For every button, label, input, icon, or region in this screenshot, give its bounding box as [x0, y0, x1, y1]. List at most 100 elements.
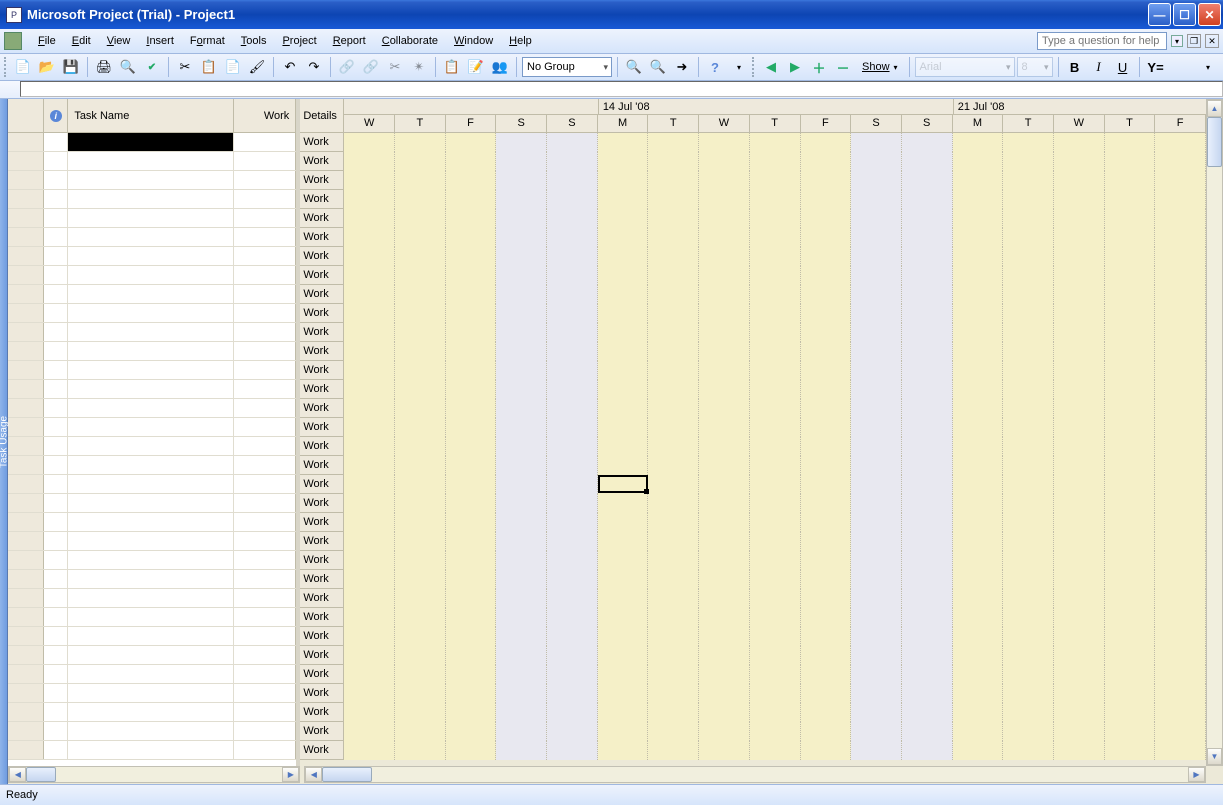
- timephased-cell[interactable]: [851, 551, 902, 570]
- timephased-cell[interactable]: [750, 418, 801, 437]
- timephased-cell[interactable]: [598, 627, 649, 646]
- timephased-cell[interactable]: [1003, 589, 1054, 608]
- timephased-cell[interactable]: [395, 399, 446, 418]
- table-row[interactable]: [8, 741, 296, 760]
- timephased-cell[interactable]: [344, 741, 395, 760]
- work-cell[interactable]: [234, 532, 296, 550]
- timephased-cell[interactable]: [496, 665, 547, 684]
- indicators-cell[interactable]: [44, 703, 68, 721]
- timephased-cell[interactable]: [1155, 722, 1206, 741]
- timephased-cell[interactable]: [1155, 380, 1206, 399]
- timephased-cell[interactable]: [851, 589, 902, 608]
- timephased-cell[interactable]: [496, 228, 547, 247]
- timephased-cell[interactable]: [902, 627, 953, 646]
- timephased-cell[interactable]: [1054, 342, 1105, 361]
- timephased-cell[interactable]: [395, 532, 446, 551]
- timephased-cell[interactable]: [750, 494, 801, 513]
- timephased-cell[interactable]: [953, 133, 1004, 152]
- timephased-cell[interactable]: [496, 133, 547, 152]
- indicators-cell[interactable]: [44, 380, 68, 398]
- timephased-cell[interactable]: [750, 266, 801, 285]
- work-cell[interactable]: [234, 152, 296, 170]
- timephased-cell[interactable]: [648, 703, 699, 722]
- timephased-cell[interactable]: [1054, 741, 1105, 760]
- timephased-cell[interactable]: [902, 323, 953, 342]
- timephased-cell[interactable]: [902, 380, 953, 399]
- timephased-cell[interactable]: [547, 703, 598, 722]
- timephased-cell[interactable]: [699, 475, 750, 494]
- timephased-cell[interactable]: [648, 532, 699, 551]
- timephased-cell[interactable]: [446, 209, 497, 228]
- timephased-cell[interactable]: [801, 665, 852, 684]
- timephased-cell[interactable]: [344, 608, 395, 627]
- timephased-cell[interactable]: [648, 171, 699, 190]
- table-row[interactable]: [8, 456, 296, 475]
- details-cell[interactable]: Work: [300, 513, 344, 531]
- menu-report[interactable]: Report: [325, 33, 374, 49]
- timephased-cell[interactable]: [699, 570, 750, 589]
- details-cell[interactable]: Work: [300, 323, 344, 341]
- timephased-cell[interactable]: [801, 475, 852, 494]
- redo-button[interactable]: ↷: [303, 56, 325, 78]
- timephased-cell[interactable]: [1054, 646, 1105, 665]
- indicators-cell[interactable]: [44, 722, 68, 740]
- task-name-cell[interactable]: [68, 247, 234, 265]
- timephased-cell[interactable]: [699, 190, 750, 209]
- timephased-cell[interactable]: [851, 608, 902, 627]
- timephased-cell[interactable]: [598, 266, 649, 285]
- task-name-cell[interactable]: [68, 342, 234, 360]
- timephased-cell[interactable]: [902, 741, 953, 760]
- row-header-cell[interactable]: [8, 342, 44, 360]
- table-row[interactable]: [8, 228, 296, 247]
- timephased-cell[interactable]: [1003, 285, 1054, 304]
- timephased-cell[interactable]: [446, 152, 497, 171]
- row-header-cell[interactable]: [8, 361, 44, 379]
- timephased-cell[interactable]: [953, 646, 1004, 665]
- timephased-cell[interactable]: [344, 285, 395, 304]
- work-cell[interactable]: [234, 722, 296, 740]
- task-name-cell[interactable]: [68, 456, 234, 474]
- table-row[interactable]: [8, 703, 296, 722]
- timephased-cell[interactable]: [953, 570, 1004, 589]
- timephased-cell[interactable]: [750, 532, 801, 551]
- timephased-cell[interactable]: [395, 228, 446, 247]
- timephased-cell[interactable]: [699, 380, 750, 399]
- work-cell[interactable]: [234, 589, 296, 607]
- timephased-cell[interactable]: [1105, 627, 1156, 646]
- timephased-cell[interactable]: [1105, 665, 1156, 684]
- timephased-cell[interactable]: [344, 684, 395, 703]
- timephased-cell[interactable]: [750, 342, 801, 361]
- timephased-cell[interactable]: [547, 646, 598, 665]
- row-header-cell[interactable]: [8, 171, 44, 189]
- timephased-cell[interactable]: [598, 437, 649, 456]
- timephased-cell[interactable]: [750, 722, 801, 741]
- indicators-cell[interactable]: [44, 171, 68, 189]
- timephased-cell[interactable]: [344, 703, 395, 722]
- timephased-cell[interactable]: [1054, 380, 1105, 399]
- timephased-cell[interactable]: [1054, 399, 1105, 418]
- timescale-top-tier[interactable]: 14 Jul '0821 Jul '08: [344, 99, 1206, 115]
- timephased-cell[interactable]: [851, 304, 902, 323]
- timephased-cell[interactable]: [1155, 703, 1206, 722]
- details-cell[interactable]: Work: [300, 722, 344, 740]
- timephased-cell[interactable]: [344, 228, 395, 247]
- timephased-cell[interactable]: [1155, 665, 1206, 684]
- timephased-cell[interactable]: [1105, 570, 1156, 589]
- task-name-cell[interactable]: [68, 589, 234, 607]
- task-name-cell[interactable]: [68, 570, 234, 588]
- row-header-cell[interactable]: [8, 513, 44, 531]
- timephased-cell[interactable]: [1155, 418, 1206, 437]
- timephased-cell[interactable]: [1105, 741, 1156, 760]
- goto-task-button[interactable]: ➜: [671, 56, 693, 78]
- right-hscroll-thumb[interactable]: [322, 767, 372, 782]
- timephased-cell[interactable]: [648, 361, 699, 380]
- italic-button[interactable]: I: [1088, 56, 1110, 78]
- timephased-cell[interactable]: [344, 722, 395, 741]
- timephased-cell[interactable]: [1105, 323, 1156, 342]
- timephased-cell[interactable]: [1105, 437, 1156, 456]
- indicators-cell[interactable]: [44, 228, 68, 246]
- work-cell[interactable]: [234, 551, 296, 569]
- timephased-cell[interactable]: [801, 399, 852, 418]
- details-cell[interactable]: Work: [300, 152, 344, 170]
- timephased-cell[interactable]: [598, 684, 649, 703]
